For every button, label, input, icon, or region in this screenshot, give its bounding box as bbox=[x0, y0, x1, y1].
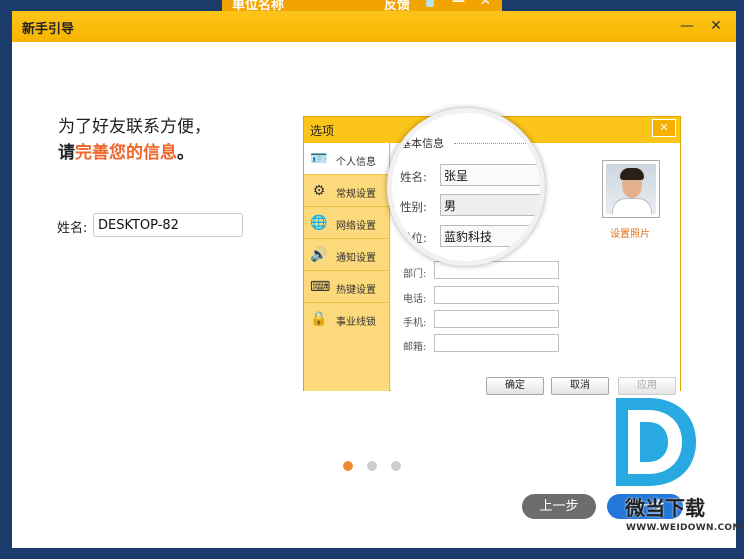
intro-highlight: 完善您的信息 bbox=[75, 143, 177, 163]
email-box bbox=[434, 334, 559, 352]
cancel-button: 取消 bbox=[551, 377, 609, 395]
watermark-text: 微当下载 bbox=[625, 496, 705, 520]
intro-line-2: 请完善您的信息。 bbox=[58, 143, 194, 163]
intro-text: 为了好友联系方便， 请完善您的信息。 bbox=[58, 114, 211, 166]
mag-row-unit: 单位: 蓝豹科技 bbox=[400, 225, 540, 247]
close-icon[interactable]: ✕ bbox=[480, 0, 491, 9]
set-photo-link: 设置照片 bbox=[610, 229, 650, 240]
field-department: 部门: bbox=[403, 261, 559, 280]
sidebar-item-general: ⚙ 常规设置 bbox=[304, 175, 389, 207]
options-sidebar: 🪪 个人信息 ⚙ 常规设置 🌐 网络设置 🔊 通知设置 ⌨ 热键设置 🔒 事业线… bbox=[304, 143, 390, 391]
sidebar-item-lock: 🔒 事业线锁 bbox=[310, 311, 376, 328]
window-title: 新手引导 bbox=[22, 22, 75, 37]
d-logo-icon bbox=[616, 398, 696, 486]
shirt-icon[interactable]: 👕 bbox=[422, 0, 438, 9]
options-dialog-title: 选项 bbox=[310, 124, 335, 138]
page-dot-2[interactable] bbox=[367, 461, 377, 471]
intro-line-1: 为了好友联系方便， bbox=[58, 117, 211, 137]
gear-icon: ⚙ bbox=[312, 183, 326, 199]
section-title: 基本信息 bbox=[400, 137, 444, 150]
minimize-button[interactable]: — bbox=[676, 15, 698, 37]
id-card-icon: 🪪 bbox=[310, 151, 328, 167]
window-titlebar: 新手引导 — ✕ bbox=[12, 11, 736, 42]
close-button[interactable]: ✕ bbox=[705, 15, 727, 37]
magnifier-lens: 基本信息 姓名: 张呈 性别: 男 单位: 蓝豹科技 bbox=[387, 108, 545, 266]
lock-icon: 🔒 bbox=[310, 311, 328, 327]
field-phone: 电话: bbox=[403, 286, 559, 305]
watermark-url: WWW.WEIDOWN.COM bbox=[626, 523, 742, 533]
keyboard-icon: ⌨ bbox=[310, 279, 331, 295]
avatar bbox=[602, 160, 660, 218]
globe-icon: 🌐 bbox=[310, 215, 328, 231]
phone-box bbox=[434, 286, 559, 304]
name-label: 姓名: bbox=[57, 221, 88, 236]
options-dialog-close-icon: ✕ bbox=[652, 119, 676, 137]
sidebar-item-notification: 🔊 通知设置 bbox=[304, 239, 389, 271]
page-dot-1[interactable] bbox=[343, 461, 353, 471]
prev-button[interactable]: 上一步 bbox=[522, 494, 596, 519]
speaker-icon: 🔊 bbox=[310, 247, 328, 263]
page-dot-3[interactable] bbox=[391, 461, 401, 471]
name-input[interactable] bbox=[93, 213, 243, 237]
guide-window: 新手引导 — ✕ 为了好友联系方便， 请完善您的信息。 姓名: 选项 ✕ 🪪 个… bbox=[12, 11, 741, 548]
mag-row-name: 姓名: 张呈 bbox=[400, 164, 540, 186]
sidebar-item-personal-info: 🪪 个人信息 bbox=[304, 143, 389, 175]
minimize-icon[interactable]: — bbox=[452, 0, 465, 9]
field-email: 邮箱: bbox=[403, 334, 559, 353]
ok-button: 确定 bbox=[486, 377, 544, 395]
mobile-box bbox=[434, 310, 559, 328]
sidebar-item-network: 🌐 网络设置 bbox=[304, 207, 389, 239]
field-mobile: 手机: bbox=[403, 310, 559, 329]
sidebar-item-hotkey: ⌨ 热键设置 bbox=[304, 271, 389, 303]
watermark-logo: 微当下载 WWW.WEIDOWN.COM bbox=[612, 392, 742, 542]
mag-row-gender: 性别: 男 bbox=[400, 194, 540, 216]
